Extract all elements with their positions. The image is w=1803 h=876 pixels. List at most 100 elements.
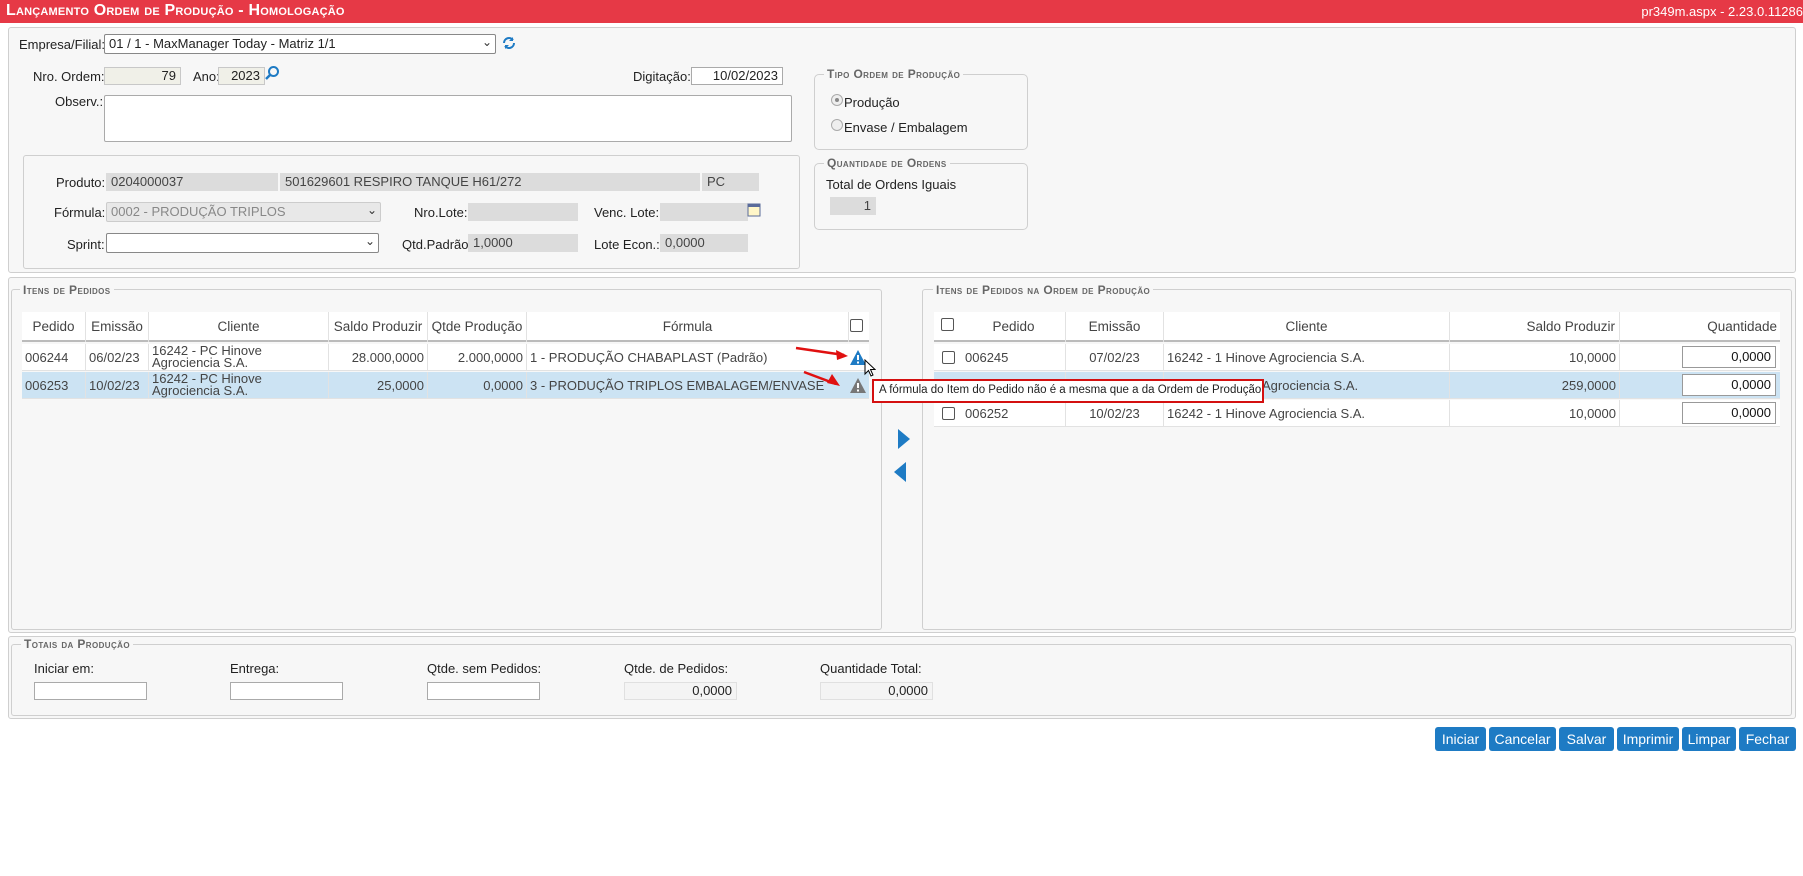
refresh-icon[interactable] <box>502 36 516 50</box>
col-emissao[interactable]: Emissão <box>86 312 149 342</box>
formula-value: 0002 - PRODUÇÃO TRIPLOS <box>111 204 286 219</box>
lote-econ-field: 0,0000 <box>660 234 748 252</box>
observ-textarea[interactable] <box>104 95 792 142</box>
entrega-label: Entrega: <box>230 661 280 676</box>
sprint-select[interactable]: ⌄ <box>106 233 379 253</box>
table-row[interactable]: 006244 06/02/23 16242 - PC Hinove Agroci… <box>22 344 869 371</box>
limpar-button[interactable]: Limpar <box>1682 727 1736 751</box>
col-qtde-producao[interactable]: Qtde Produção <box>428 312 527 342</box>
quantidade-input[interactable]: 0,0000 <box>1682 346 1776 368</box>
version-label: pr349m.aspx - 2.23.0.11286 <box>1641 4 1803 19</box>
cell-pedido: 006252 <box>962 400 1066 427</box>
itens-ordem-header: Pedido Emissão Cliente Saldo Produzir Qu… <box>934 312 1780 342</box>
tipo-ordem-legend: Tipo Ordem de Produção <box>824 67 964 81</box>
select-all-checkbox[interactable] <box>850 319 863 332</box>
iniciar-em-field[interactable] <box>34 682 147 700</box>
qtde-de-pedidos-field: 0,0000 <box>624 682 737 700</box>
cell-pedido: 006244 <box>22 344 86 371</box>
search-icon[interactable] <box>264 65 280 81</box>
empresa-value: 01 / 1 - MaxManager Today - Matriz 1/1 <box>109 36 336 51</box>
mouse-cursor-icon <box>864 359 876 377</box>
nro-lote-label: Nro.Lote: <box>414 205 468 220</box>
row-checkbox[interactable] <box>942 407 955 420</box>
iniciar-em-label: Iniciar em: <box>34 661 94 676</box>
formula-mismatch-tooltip: A fórmula do Item do Pedido não é a mesm… <box>872 379 1264 403</box>
venc-lote-field <box>660 203 748 221</box>
nro-ordem-field: 79 <box>104 67 181 85</box>
ano-label: Ano: <box>193 69 220 84</box>
observ-label: Observ.: <box>55 94 104 109</box>
col-saldo-produzir[interactable]: Saldo Produzir <box>1450 312 1620 342</box>
qtd-ordens-legend: Quantidade de Ordens <box>824 156 950 170</box>
empresa-select[interactable]: 01 / 1 - MaxManager Today - Matriz 1/1 ⌄ <box>104 34 496 54</box>
produto-unit-field: PC <box>702 173 759 191</box>
cancelar-button[interactable]: Cancelar <box>1489 727 1556 751</box>
col-saldo-produzir[interactable]: Saldo Produzir <box>329 312 428 342</box>
table-row[interactable]: 006245 07/02/23 16242 - 1 Hinove Agrocie… <box>934 344 1780 371</box>
table-row[interactable]: 006253 10/02/23 16242 - PC Hinove Agroci… <box>22 372 869 399</box>
move-left-arrow-icon[interactable] <box>893 461 907 483</box>
cell-saldo: 25,0000 <box>329 372 428 399</box>
qtde-de-pedidos-label: Qtde. de Pedidos: <box>624 661 729 676</box>
cell-saldo: 259,0000 <box>1450 372 1620 399</box>
select-all-checkbox[interactable] <box>941 318 954 331</box>
cell-emissao: 07/02/23 <box>1066 344 1164 371</box>
quantidade-total-field: 0,0000 <box>820 682 933 700</box>
cell-pedido: 006245 <box>962 344 1066 371</box>
produto-desc-field: 501629601 RESPIRO TANQUE H61/272 <box>280 173 700 191</box>
cell-cliente: 16242 - PC Hinove Agrociencia S.A. <box>149 344 329 371</box>
qtde-sem-pedidos-field[interactable] <box>427 682 540 700</box>
totais-fieldset <box>11 644 1792 716</box>
cell-qtde: 0,0000 <box>428 372 527 399</box>
col-cliente[interactable]: Cliente <box>149 312 329 342</box>
col-pedido[interactable]: Pedido <box>22 312 86 342</box>
radio-envase-label: Envase / Embalagem <box>844 120 968 135</box>
fechar-button[interactable]: Fechar <box>1739 727 1796 751</box>
chevron-down-icon: ⌄ <box>364 234 375 248</box>
cell-cliente: 16242 - PC Hinove Agrociencia S.A. <box>149 372 329 399</box>
cell-cliente: 16242 - 1 Hinove Agrociencia S.A. <box>1164 344 1450 371</box>
qtd-padrao-field: 1,0000 <box>468 234 578 252</box>
col-quantidade[interactable]: Quantidade <box>1620 312 1780 342</box>
radio-envase[interactable] <box>831 119 843 131</box>
table-row[interactable]: 006252 10/02/23 16242 - 1 Hinove Agrocie… <box>934 400 1780 427</box>
entrega-field[interactable] <box>230 682 343 700</box>
empresa-label: Empresa/Filial: <box>19 37 105 52</box>
col-emissao[interactable]: Emissão <box>1066 312 1164 342</box>
formula-label: Fórmula: <box>54 205 106 220</box>
sprint-label: Sprint: <box>67 237 105 252</box>
qtde-sem-pedidos-label: Qtde. sem Pedidos: <box>427 661 542 676</box>
move-right-arrow-icon[interactable] <box>897 428 911 450</box>
lote-econ-label: Lote Econ.: <box>594 237 660 252</box>
chevron-down-icon: ⌄ <box>481 35 492 49</box>
calendar-icon[interactable] <box>747 202 761 217</box>
qtd-padrao-label: Qtd.Padrão: <box>402 237 473 252</box>
iniciar-button[interactable]: Iniciar <box>1435 727 1486 751</box>
itens-pedidos-legend: Itens de Pedidos <box>20 283 114 297</box>
totais-legend: Totais da Produção <box>21 637 133 651</box>
tooltip-text: A fórmula do Item do Pedido não é a mesm… <box>879 384 1264 396</box>
formula-select: 0002 - PRODUÇÃO TRIPLOS ⌄ <box>106 202 381 222</box>
col-pedido[interactable]: Pedido <box>962 312 1066 342</box>
cell-saldo: 28.000,0000 <box>329 344 428 371</box>
quantidade-input[interactable]: 0,0000 <box>1682 374 1776 396</box>
tipo-ordem-fieldset <box>814 74 1028 150</box>
imprimir-button[interactable]: Imprimir <box>1617 727 1679 751</box>
cell-saldo: 10,0000 <box>1450 400 1620 427</box>
page-title: Lançamento Ordem de Produção - Homologaç… <box>6 2 345 19</box>
cell-pedido: 006253 <box>22 372 86 399</box>
digitacao-label: Digitação: <box>633 69 691 84</box>
col-formula[interactable]: Fórmula <box>527 312 849 342</box>
radio-producao[interactable] <box>831 94 843 106</box>
digitacao-field[interactable]: 10/02/2023 <box>691 67 783 85</box>
total-ordens-label: Total de Ordens Iguais <box>826 177 957 192</box>
quantidade-input[interactable]: 0,0000 <box>1682 402 1776 424</box>
cell-emissao: 06/02/23 <box>86 344 149 371</box>
row-checkbox[interactable] <box>942 351 955 364</box>
total-ordens-field: 1 <box>830 197 876 215</box>
salvar-button[interactable]: Salvar <box>1559 727 1614 751</box>
col-cliente[interactable]: Cliente <box>1164 312 1450 342</box>
annotation-arrows <box>795 346 848 386</box>
nro-ordem-label: Nro. Ordem: <box>33 69 105 84</box>
title-bar: Lançamento Ordem de Produção - Homologaç… <box>0 0 1803 23</box>
